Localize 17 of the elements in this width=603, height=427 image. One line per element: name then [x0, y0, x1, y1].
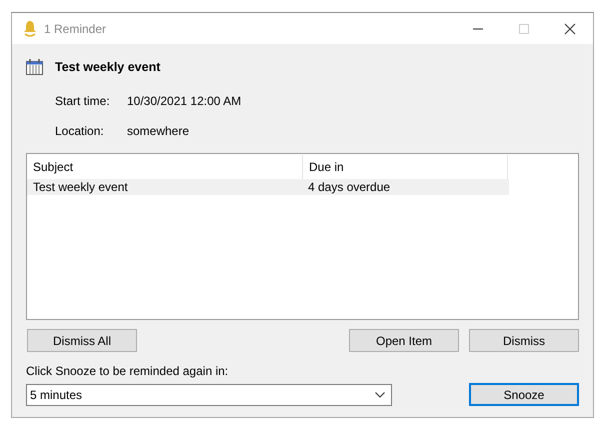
bell-icon: [22, 20, 38, 38]
chevron-icon: [375, 392, 385, 398]
event-title: Test weekly event: [55, 60, 160, 74]
close-icon[interactable]: [564, 22, 576, 34]
snooze-prompt: Click Snooze to be reminded again in:: [26, 364, 230, 378]
snooze-button[interactable]: Snooze: [469, 383, 579, 406]
action-button[interactable]: Dismiss All: [27, 329, 137, 352]
window-title: 1 Reminder: [44, 22, 106, 36]
field-value: somewhere: [127, 124, 190, 138]
field-label: Start time:: [55, 94, 111, 108]
field-value: 10/30/2021 12:00 AM: [127, 94, 242, 108]
list-row[interactable]: Test weekly event 4 days overdue: [27, 179, 509, 195]
snooze-dropdown[interactable]: 5 minutes: [26, 384, 392, 406]
action-button[interactable]: Open Item: [349, 329, 459, 352]
calendar-icon: [26, 59, 43, 75]
field-label: Location:: [55, 124, 105, 138]
action-button[interactable]: Dismiss: [469, 329, 579, 352]
